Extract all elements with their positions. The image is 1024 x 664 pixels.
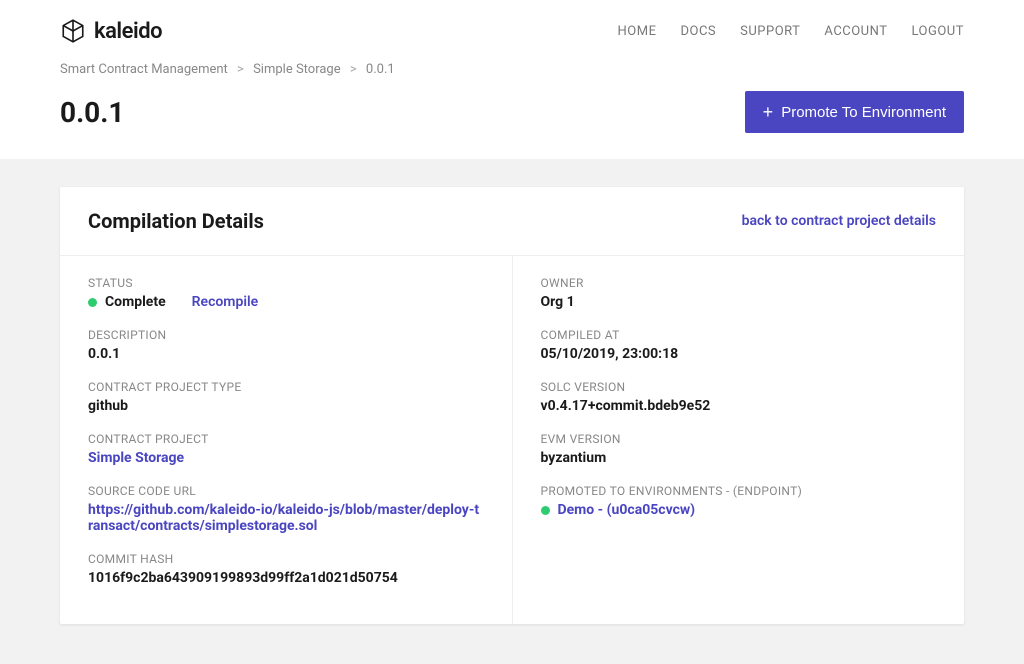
logo-text: kaleido xyxy=(94,19,162,44)
project-type-value: github xyxy=(88,398,484,414)
breadcrumb-root[interactable]: Smart Contract Management xyxy=(60,62,228,77)
left-column: STATUS Complete Recompile DESCRIPTION 0.… xyxy=(60,256,513,624)
solc-version-label: SOLC VERSION xyxy=(541,380,937,394)
owner-value: Org 1 xyxy=(541,294,937,310)
kaleido-icon xyxy=(60,18,86,44)
card-title: Compilation Details xyxy=(88,209,264,233)
source-url-label: SOURCE CODE URL xyxy=(88,484,484,498)
right-column: OWNER Org 1 COMPILED AT 05/10/2019, 23:0… xyxy=(513,256,965,624)
evm-version-field: EVM VERSION byzantium xyxy=(541,432,937,466)
nav-account[interactable]: ACCOUNT xyxy=(824,24,887,39)
project-type-label: CONTRACT PROJECT TYPE xyxy=(88,380,484,394)
status-value: Complete xyxy=(105,294,166,310)
nav-logout[interactable]: LOGOUT xyxy=(911,24,964,39)
nav-links: HOME DOCS SUPPORT ACCOUNT LOGOUT xyxy=(618,24,964,39)
status-dot-icon xyxy=(88,298,97,307)
breadcrumb-sep: > xyxy=(344,62,363,77)
promote-button[interactable]: + Promote To Environment xyxy=(745,91,964,133)
nav-docs[interactable]: DOCS xyxy=(680,24,716,39)
status-label: STATUS xyxy=(88,276,484,290)
evm-version-label: EVM VERSION xyxy=(541,432,937,446)
card-body: STATUS Complete Recompile DESCRIPTION 0.… xyxy=(60,256,964,624)
breadcrumb: Smart Contract Management > Simple Stora… xyxy=(0,54,1024,91)
source-url-field: SOURCE CODE URL https://github.com/kalei… xyxy=(88,484,484,534)
breadcrumb-sep: > xyxy=(231,62,250,77)
status-row: Complete Recompile xyxy=(88,294,484,310)
compiled-at-value: 05/10/2019, 23:00:18 xyxy=(541,346,937,362)
logo[interactable]: kaleido xyxy=(60,18,162,44)
solc-version-value: v0.4.17+commit.bdeb9e52 xyxy=(541,398,937,414)
description-value: 0.0.1 xyxy=(88,346,484,362)
status-field: STATUS Complete Recompile xyxy=(88,276,484,310)
evm-version-value: byzantium xyxy=(541,450,937,466)
compiled-at-field: COMPILED AT 05/10/2019, 23:00:18 xyxy=(541,328,937,362)
commit-hash-field: COMMIT HASH 1016f9c2ba643909199893d99ff2… xyxy=(88,552,484,586)
card-header: Compilation Details back to contract pro… xyxy=(60,187,964,256)
environment-value[interactable]: Demo - (u0ca05cvcw) xyxy=(558,502,696,518)
nav-home[interactable]: HOME xyxy=(618,24,657,39)
environments-label: PROMOTED TO ENVIRONMENTS - (ENDPOINT) xyxy=(541,484,937,498)
description-field: DESCRIPTION 0.0.1 xyxy=(88,328,484,362)
back-link[interactable]: back to contract project details xyxy=(742,213,936,229)
owner-field: OWNER Org 1 xyxy=(541,276,937,310)
recompile-link[interactable]: Recompile xyxy=(192,294,259,310)
main-area: Compilation Details back to contract pro… xyxy=(0,159,1024,664)
project-label: CONTRACT PROJECT xyxy=(88,432,484,446)
solc-version-field: SOLC VERSION v0.4.17+commit.bdeb9e52 xyxy=(541,380,937,414)
environments-field: PROMOTED TO ENVIRONMENTS - (ENDPOINT) De… xyxy=(541,484,937,518)
promote-button-label: Promote To Environment xyxy=(781,104,946,121)
source-url-value[interactable]: https://github.com/kaleido-io/kaleido-js… xyxy=(88,502,484,534)
compiled-at-label: COMPILED AT xyxy=(541,328,937,342)
description-label: DESCRIPTION xyxy=(88,328,484,342)
commit-hash-label: COMMIT HASH xyxy=(88,552,484,566)
breadcrumb-level2[interactable]: 0.0.1 xyxy=(366,62,395,77)
breadcrumb-level1[interactable]: Simple Storage xyxy=(253,62,341,77)
project-field: CONTRACT PROJECT Simple Storage xyxy=(88,432,484,466)
commit-hash-value: 1016f9c2ba643909199893d99ff2a1d021d50754 xyxy=(88,570,484,586)
top-bar: kaleido HOME DOCS SUPPORT ACCOUNT LOGOUT xyxy=(0,0,1024,54)
project-type-field: CONTRACT PROJECT TYPE github xyxy=(88,380,484,414)
title-row: 0.0.1 + Promote To Environment xyxy=(0,91,1024,159)
compilation-card: Compilation Details back to contract pro… xyxy=(60,187,964,624)
nav-support[interactable]: SUPPORT xyxy=(740,24,800,39)
page-title: 0.0.1 xyxy=(60,96,124,129)
project-value[interactable]: Simple Storage xyxy=(88,450,484,466)
environment-status-dot-icon xyxy=(541,506,550,515)
owner-label: OWNER xyxy=(541,276,937,290)
plus-icon: + xyxy=(763,103,774,121)
environment-row: Demo - (u0ca05cvcw) xyxy=(541,502,937,518)
